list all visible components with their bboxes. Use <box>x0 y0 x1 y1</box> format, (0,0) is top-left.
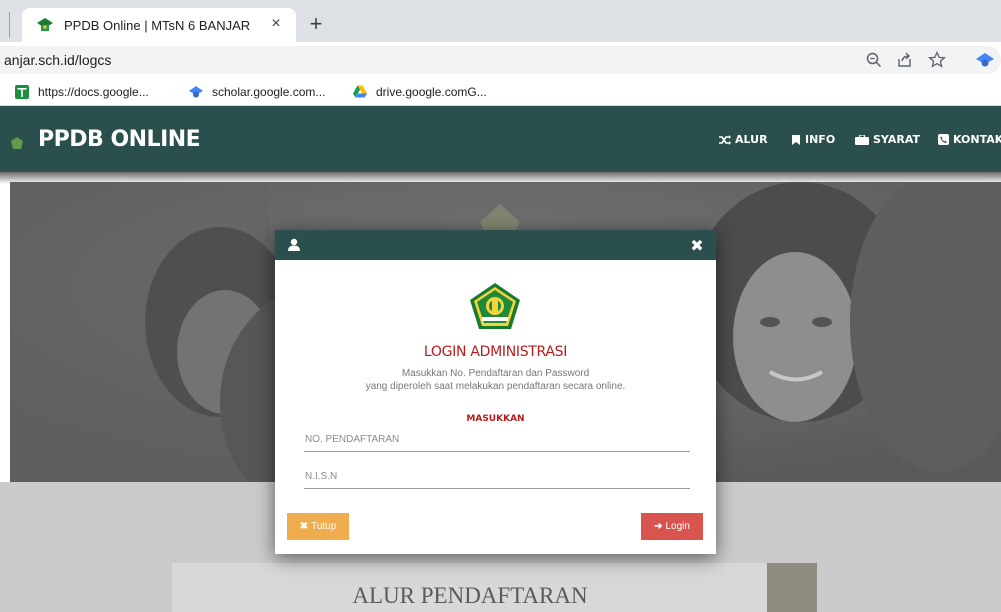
shuffle-icon <box>719 134 731 145</box>
browser-tab-active[interactable]: PPDB Online | MTsN 6 BANJAR × <box>22 8 296 42</box>
bookmark-label: drive.google.comG... <box>376 85 487 99</box>
share-icon[interactable] <box>895 50 915 70</box>
scholar-icon <box>189 86 203 98</box>
kemenag-logo-icon <box>470 283 520 329</box>
briefcase-icon <box>855 134 869 145</box>
nav-label: SYARAT <box>873 133 920 146</box>
modal-title: LOGIN ADMINISTRASI <box>423 344 568 360</box>
login-button-label: Login <box>665 521 690 532</box>
nisn-field[interactable] <box>304 465 690 489</box>
login-button[interactable]: ➜ Login <box>641 513 703 540</box>
modal-close-icon[interactable]: ✖ <box>689 238 705 254</box>
nav-label: KONTAK <box>953 133 1001 146</box>
google-sheets-icon <box>15 85 29 99</box>
brand-logo-icon[interactable] <box>10 136 24 150</box>
bookmark-drive[interactable]: drive.google.comG... <box>352 83 487 101</box>
url-text[interactable]: anjar.sch.id/logcs <box>4 52 111 68</box>
site-navbar: PPDB ONLINE ALUR INFO SYARAT KONTAK <box>0 106 1001 172</box>
tab-title: PPDB Online | MTsN 6 BANJAR <box>64 18 251 33</box>
omnibox[interactable]: anjar.sch.id/logcs <box>0 46 1001 74</box>
close-button-label: Tutup <box>311 521 337 532</box>
bookmark-scholar[interactable]: scholar.google.com... <box>188 83 325 101</box>
bookmark-icon <box>792 134 800 145</box>
nav-label: ALUR <box>735 133 768 146</box>
bookmark-label: scholar.google.com... <box>212 85 326 99</box>
section-title: ALUR PENDAFTARAN <box>352 583 588 608</box>
description-line-2: yang diperoleh saat melakukan pendaftara… <box>365 381 626 392</box>
user-icon <box>288 238 300 251</box>
login-modal: ✖ LOGIN ADMINISTRASI Masukkan No. Pendaf… <box>275 230 716 554</box>
alur-section-card: ALUR PENDAFTARAN <box>172 563 768 612</box>
school-favicon-icon <box>37 18 53 31</box>
phone-icon <box>938 134 949 145</box>
tab-close-icon[interactable]: × <box>266 14 286 34</box>
bookmark-docs[interactable]: https://docs.google... <box>14 83 149 101</box>
new-tab-button[interactable]: + <box>304 13 328 37</box>
browser-tab-strip: PPDB Online | MTsN 6 BANJAR × + <box>0 0 1001 42</box>
previous-tab-edge[interactable] <box>0 12 10 38</box>
section-accent-block <box>767 563 817 612</box>
modal-description: Masukkan No. Pendaftaran dan Password ya… <box>275 367 716 393</box>
registration-number-field[interactable] <box>304 428 690 452</box>
bookmarks-bar: https://docs.google... scholar.google.co… <box>0 78 1001 106</box>
close-icon: ✖ <box>299 521 309 532</box>
close-button[interactable]: ✖ Tutup <box>287 513 349 540</box>
nav-alur[interactable]: ALUR <box>719 133 768 146</box>
modal-header: ✖ <box>275 230 716 260</box>
nav-kontak[interactable]: KONTAK <box>938 133 1001 146</box>
bookmark-label: https://docs.google... <box>38 85 149 99</box>
google-drive-icon <box>353 85 367 98</box>
modal-subtitle: MASUKKAN <box>466 414 525 424</box>
sign-in-icon: ➜ <box>654 521 663 532</box>
nav-label: INFO <box>805 133 836 146</box>
description-line-1: Masukkan No. Pendaftaran dan Password <box>401 368 590 379</box>
star-bookmark-icon[interactable] <box>927 50 947 70</box>
zoom-icon[interactable] <box>864 50 884 70</box>
nav-info[interactable]: INFO <box>791 133 835 146</box>
nav-syarat[interactable]: SYARAT <box>855 133 920 146</box>
address-bar-row: anjar.sch.id/logcs <box>0 42 1001 78</box>
site-brand[interactable]: PPDB ONLINE <box>38 127 201 152</box>
scholar-extension-icon[interactable] <box>975 50 995 70</box>
